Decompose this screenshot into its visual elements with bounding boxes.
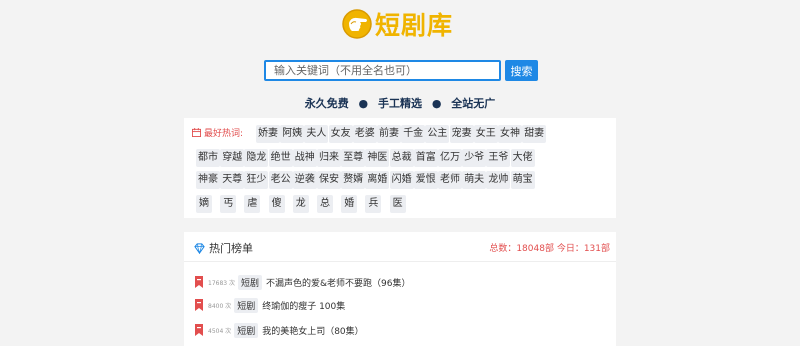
- hot-tag[interactable]: 医: [389, 195, 406, 213]
- feature-item: 全站无广: [451, 97, 496, 110]
- hot-tag[interactable]: 前妻: [377, 125, 401, 143]
- hot-tag[interactable]: 公主: [425, 125, 450, 143]
- hot-tags-panel: 最好热词: 娇妻 阿姨 夫人 女友 老婆 前妻 千金 公主 宠妻 女王 女神 甜妻都市 穿越 隐龙 绝世 战神…: [184, 118, 616, 218]
- hot-tag[interactable]: 萌夫: [462, 171, 487, 189]
- feature-item: 永久免费: [304, 97, 349, 110]
- hot-tag[interactable]: 大佬: [510, 149, 535, 167]
- category-tag[interactable]: 短剧: [234, 297, 259, 313]
- hot-tag[interactable]: 离婚: [365, 171, 390, 189]
- hot-tag[interactable]: 都市: [196, 149, 220, 167]
- rank-title: 热门榜单: [194, 240, 253, 256]
- category-tag[interactable]: 短剧: [234, 322, 259, 338]
- hot-tag[interactable]: 老婆: [352, 125, 377, 143]
- hot-tag[interactable]: 亿万: [438, 149, 462, 167]
- rank-item[interactable]: 17683 次短剧 不漏声色的爱&老师不要跑（96集）: [194, 273, 411, 291]
- bullet-dot: ●: [358, 97, 369, 110]
- rank-stats: 总数：18048部 今日：131部: [489, 244, 610, 254]
- hot-tag[interactable]: 保安: [317, 171, 341, 189]
- feature-item: 手工精选: [378, 97, 422, 110]
- hot-rank-panel: 热门榜单 总数：18048部 今日：131部 17683 次短剧 不漏声色的爱&老…: [184, 232, 616, 346]
- hot-tag[interactable]: 丐: [220, 195, 237, 213]
- view-count: 17683 次: [208, 279, 235, 287]
- hot-tag[interactable]: 赘婿: [341, 171, 366, 189]
- search-button[interactable]: 搜索: [505, 60, 538, 81]
- hot-tags-heading: 最好热词:: [192, 126, 243, 139]
- hot-tag[interactable]: 婚: [341, 195, 358, 213]
- hot-tag[interactable]: 宠妻: [449, 125, 474, 143]
- hot-tag[interactable]: 龙: [292, 195, 309, 213]
- hot-tag[interactable]: 逆袭: [292, 171, 317, 189]
- hot-tag[interactable]: 至尊: [341, 149, 366, 167]
- feature-list: 永久免费 ● 手工精选 ● 全站无广: [0, 95, 800, 111]
- category-tag[interactable]: 短剧: [238, 274, 263, 290]
- drama-title-link[interactable]: 不漏声色的爱&老师不要跑（96集）: [266, 276, 410, 289]
- rank-header: 热门榜单 总数：18048部 今日：131部: [184, 232, 616, 262]
- hot-tag[interactable]: 女神: [498, 125, 522, 143]
- hot-tag[interactable]: 萌宝: [510, 171, 535, 189]
- hot-tag[interactable]: 爱恨: [413, 171, 438, 189]
- hot-tag[interactable]: 隐龙: [244, 149, 269, 167]
- calendar-icon: [192, 128, 201, 137]
- hot-tag[interactable]: 甜妻: [522, 125, 547, 143]
- logo-text: 短剧库: [375, 11, 454, 40]
- bookmark-icon: [195, 276, 203, 288]
- hot-tag[interactable]: 嫡: [196, 195, 212, 213]
- rank-item[interactable]: 4504 次短剧 我的美艳女上司（80集）: [194, 321, 364, 339]
- hot-tag[interactable]: 首富: [413, 149, 438, 167]
- rank-item[interactable]: 8400 次短剧 终瑜伽的瘦子 100集: [194, 296, 345, 314]
- drama-title-link[interactable]: 我的美艳女上司（80集）: [262, 324, 363, 337]
- bullet-dot: ●: [431, 97, 442, 110]
- hot-tag[interactable]: 天尊: [220, 171, 245, 189]
- hot-tag[interactable]: 老公: [268, 171, 293, 189]
- hot-tag[interactable]: 千金: [401, 125, 426, 143]
- hot-tag[interactable]: 总: [317, 195, 333, 213]
- hot-tag[interactable]: 穿越: [220, 149, 245, 167]
- hot-tag[interactable]: 兵: [365, 195, 382, 213]
- hot-tag[interactable]: 女王: [473, 125, 498, 143]
- hot-tag[interactable]: 老师: [438, 171, 462, 189]
- logo-hand-icon: [342, 9, 372, 39]
- hot-tag[interactable]: 傻: [268, 195, 285, 213]
- hot-tag[interactable]: 女友: [328, 125, 353, 143]
- search-input[interactable]: [264, 60, 501, 81]
- site-logo[interactable]: 短剧库: [341, 7, 453, 41]
- bookmark-icon: [195, 299, 203, 311]
- diamond-icon: [194, 242, 205, 254]
- drama-title-link[interactable]: 终瑜伽的瘦子 100集: [262, 299, 345, 312]
- hot-tag[interactable]: 归来: [317, 149, 341, 167]
- hot-tag[interactable]: 总裁: [389, 149, 414, 167]
- hot-tag[interactable]: 阿姨: [280, 125, 305, 143]
- hot-tag[interactable]: 神医: [365, 149, 390, 167]
- hot-tags-label: 最好热词:: [204, 129, 244, 139]
- hot-tag[interactable]: 娇妻: [256, 125, 280, 143]
- hot-tag[interactable]: 闪婚: [389, 171, 414, 189]
- view-count: 8400 次: [208, 302, 232, 310]
- hot-tag[interactable]: 少爷: [462, 149, 487, 167]
- view-count: 4504 次: [208, 327, 232, 335]
- hot-tag[interactable]: 王爷: [486, 149, 511, 167]
- rank-title-label: 热门榜单: [209, 242, 253, 255]
- hot-tag[interactable]: 虐: [244, 195, 261, 213]
- hot-tag[interactable]: 绝世: [268, 149, 293, 167]
- hot-tag[interactable]: 神豪: [196, 171, 220, 189]
- hot-tag[interactable]: 狂少: [244, 171, 269, 189]
- hot-tag[interactable]: 夫人: [304, 125, 329, 143]
- hot-tag[interactable]: 战神: [292, 149, 317, 167]
- bookmark-icon: [195, 324, 203, 336]
- hot-tag[interactable]: 龙帅: [486, 171, 511, 189]
